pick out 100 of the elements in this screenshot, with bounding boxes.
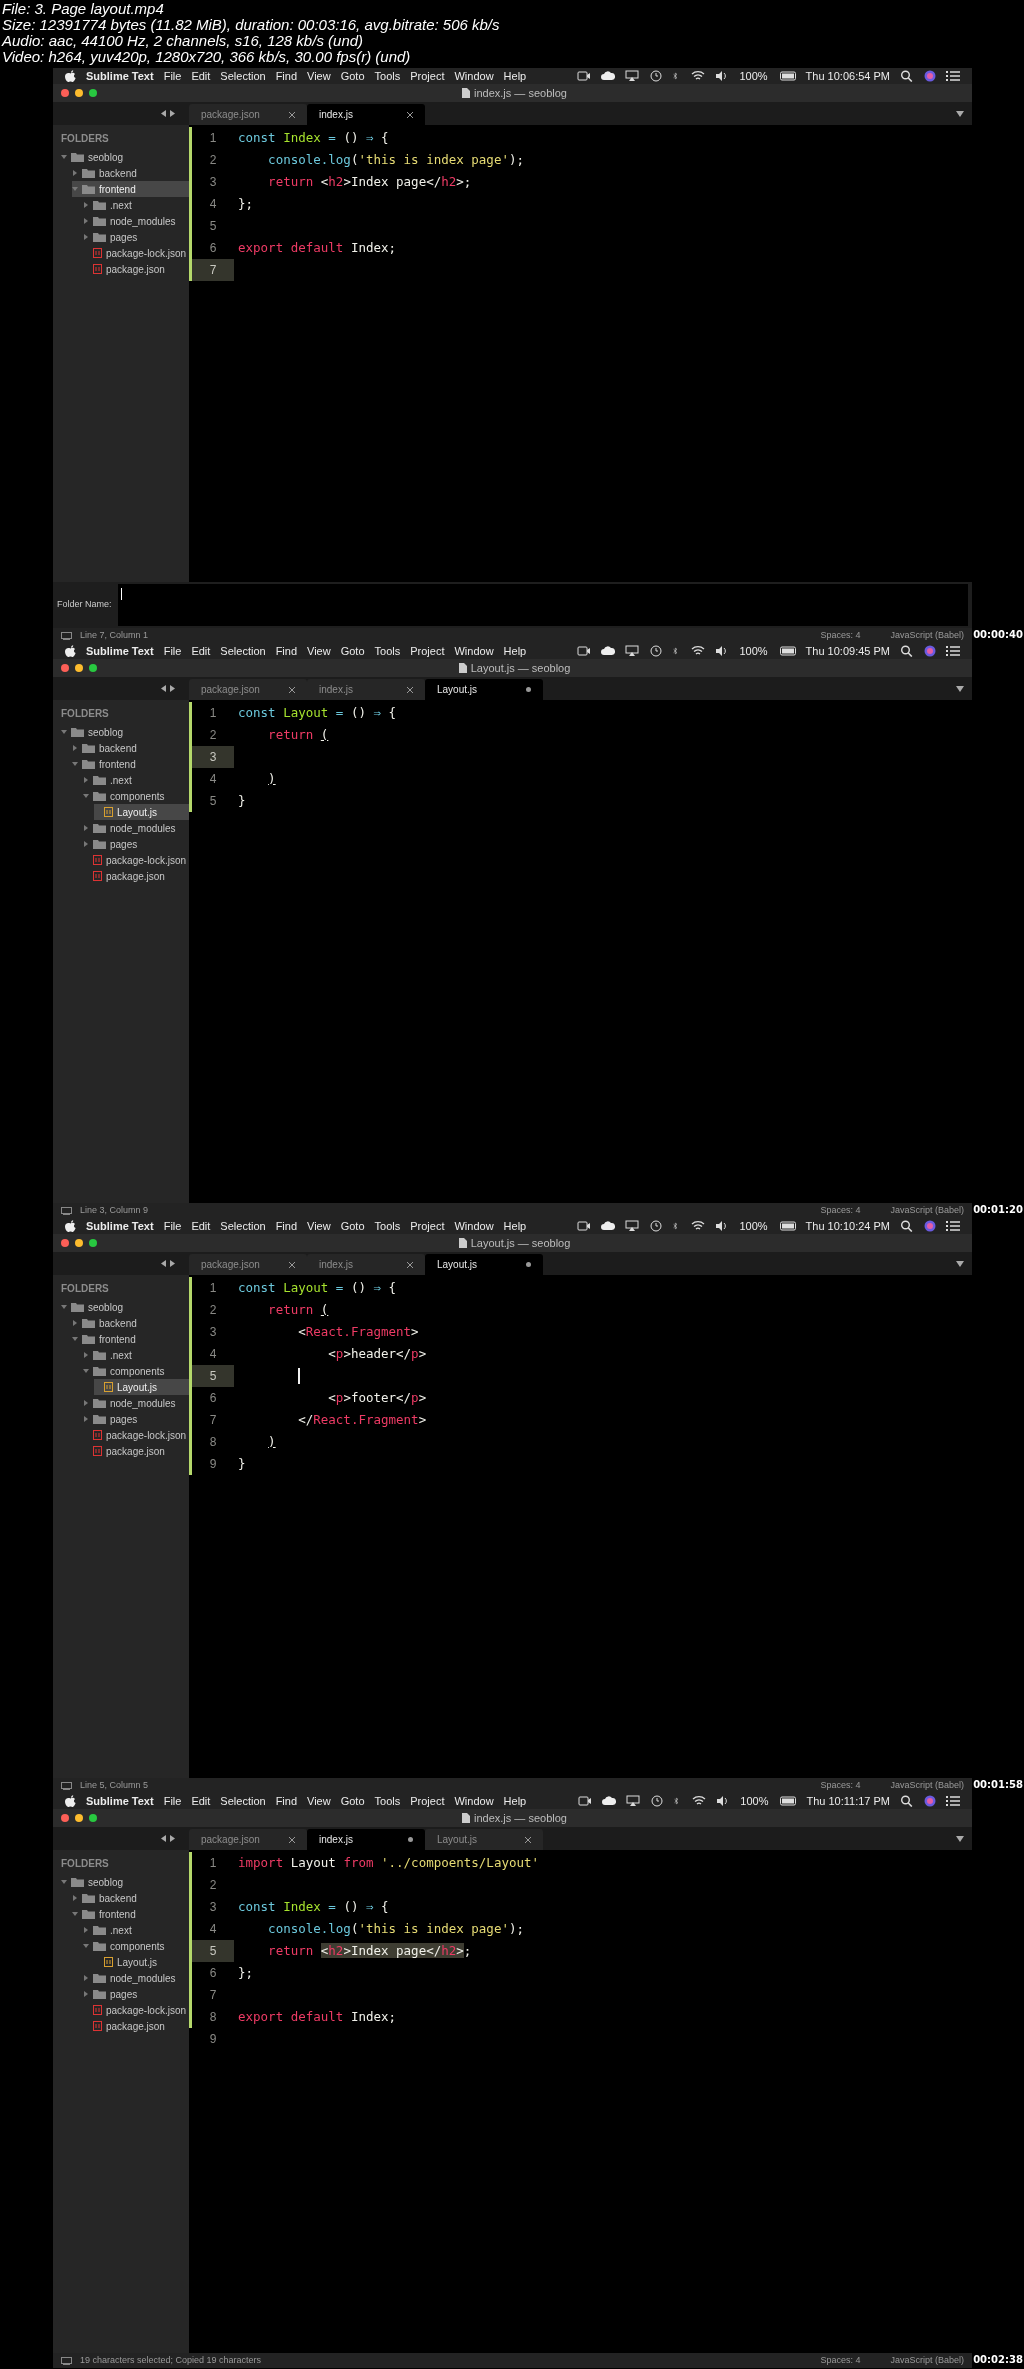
- menu-item[interactable]: Edit: [191, 642, 211, 660]
- syntax-setting[interactable]: JavaScript (Babel): [890, 1778, 964, 1793]
- editor-tab[interactable]: index.js: [307, 104, 425, 125]
- tree-item[interactable]: pages: [83, 836, 189, 852]
- menu-item[interactable]: View: [307, 642, 331, 660]
- tree-item[interactable]: Layout.js: [94, 804, 189, 820]
- tree-item[interactable]: components: [83, 1938, 189, 1954]
- tree-item[interactable]: package.json: [83, 868, 189, 884]
- menu-item[interactable]: Find: [275, 1792, 298, 1810]
- tree-item[interactable]: node_modules: [83, 213, 189, 229]
- menu-item[interactable]: Window: [454, 1217, 494, 1235]
- tree-item[interactable]: frontend: [72, 181, 189, 197]
- menu-item[interactable]: Project: [410, 67, 445, 85]
- indent-setting[interactable]: Spaces: 4: [820, 2353, 861, 2368]
- menu-clock[interactable]: Thu 10:10:24 PM: [805, 1217, 890, 1235]
- menu-item[interactable]: Edit: [191, 67, 211, 85]
- minimize-window-button[interactable]: [75, 1814, 83, 1822]
- tree-item[interactable]: backend: [72, 165, 189, 181]
- close-window-button[interactable]: [61, 1239, 69, 1247]
- tree-item[interactable]: .next: [83, 772, 189, 788]
- minimize-window-button[interactable]: [75, 89, 83, 97]
- syntax-setting[interactable]: JavaScript (Babel): [890, 1203, 964, 1218]
- tree-item[interactable]: Layout.js: [94, 1954, 189, 1970]
- minimize-window-button[interactable]: [75, 664, 83, 672]
- menu-item[interactable]: File: [163, 67, 182, 85]
- tree-item[interactable]: pages: [83, 229, 189, 245]
- editor-tab[interactable]: Layout.js: [425, 1254, 543, 1275]
- menu-item[interactable]: Tools: [374, 1792, 401, 1810]
- tree-item[interactable]: components: [83, 788, 189, 804]
- menu-item[interactable]: Tools: [374, 642, 401, 660]
- syntax-setting[interactable]: JavaScript (Babel): [890, 2353, 964, 2368]
- app-name[interactable]: Sublime Text: [86, 1217, 154, 1235]
- menu-item[interactable]: View: [307, 1792, 331, 1810]
- menu-item[interactable]: File: [163, 1792, 182, 1810]
- menu-clock[interactable]: Thu 10:06:54 PM: [805, 67, 890, 85]
- tree-item[interactable]: pages: [83, 1411, 189, 1427]
- tree-item[interactable]: node_modules: [83, 820, 189, 836]
- editor-tab[interactable]: index.js: [307, 1829, 425, 1850]
- tree-item[interactable]: package.json: [83, 1443, 189, 1459]
- tree-item[interactable]: .next: [83, 197, 189, 213]
- menu-item[interactable]: Goto: [340, 1792, 365, 1810]
- menu-item[interactable]: Find: [275, 67, 298, 85]
- close-window-button[interactable]: [61, 1814, 69, 1822]
- tree-item[interactable]: seoblog: [61, 724, 189, 740]
- menu-item[interactable]: Help: [503, 67, 527, 85]
- tree-item[interactable]: pages: [83, 1986, 189, 2002]
- tree-item[interactable]: Layout.js: [94, 1379, 189, 1395]
- menu-item[interactable]: Selection: [220, 67, 266, 85]
- tree-item[interactable]: node_modules: [83, 1970, 189, 1986]
- minimize-window-button[interactable]: [75, 1239, 83, 1247]
- indent-setting[interactable]: Spaces: 4: [820, 628, 861, 643]
- zoom-window-button[interactable]: [89, 664, 97, 672]
- menu-item[interactable]: Edit: [191, 1217, 211, 1235]
- menu-item[interactable]: Edit: [191, 1792, 211, 1810]
- zoom-window-button[interactable]: [89, 1239, 97, 1247]
- app-name[interactable]: Sublime Text: [86, 642, 154, 660]
- editor-tab[interactable]: package.json: [189, 1254, 307, 1275]
- menu-item[interactable]: Project: [410, 642, 445, 660]
- tree-item[interactable]: seoblog: [61, 1874, 189, 1890]
- tree-item[interactable]: package-lock.json: [83, 2002, 189, 2018]
- menu-item[interactable]: Window: [454, 1792, 494, 1810]
- syntax-setting[interactable]: JavaScript (Babel): [890, 628, 964, 643]
- menu-item[interactable]: Project: [410, 1792, 445, 1810]
- folder-name-field[interactable]: [117, 584, 968, 626]
- menu-item[interactable]: Window: [454, 67, 494, 85]
- tree-item[interactable]: seoblog: [61, 149, 189, 165]
- tree-item[interactable]: package-lock.json: [83, 852, 189, 868]
- menu-item[interactable]: File: [163, 642, 182, 660]
- editor-tab[interactable]: index.js: [307, 679, 425, 700]
- editor-tab[interactable]: Layout.js: [425, 1829, 543, 1850]
- app-name[interactable]: Sublime Text: [86, 1792, 154, 1810]
- zoom-window-button[interactable]: [89, 1814, 97, 1822]
- tree-item[interactable]: frontend: [72, 1906, 189, 1922]
- tree-item[interactable]: .next: [83, 1347, 189, 1363]
- menu-clock[interactable]: Thu 10:11:17 PM: [806, 1792, 890, 1810]
- tree-item[interactable]: frontend: [72, 756, 189, 772]
- close-window-button[interactable]: [61, 89, 69, 97]
- editor-tab[interactable]: package.json: [189, 1829, 307, 1850]
- close-window-button[interactable]: [61, 664, 69, 672]
- editor-tab[interactable]: package.json: [189, 104, 307, 125]
- tree-item[interactable]: package.json: [83, 261, 189, 277]
- menu-item[interactable]: File: [163, 1217, 182, 1235]
- app-name[interactable]: Sublime Text: [86, 67, 154, 85]
- indent-setting[interactable]: Spaces: 4: [820, 1778, 861, 1793]
- tree-item[interactable]: package-lock.json: [83, 245, 189, 261]
- menu-clock[interactable]: Thu 10:09:45 PM: [805, 642, 890, 660]
- menu-item[interactable]: Tools: [374, 1217, 401, 1235]
- menu-item[interactable]: Project: [410, 1217, 445, 1235]
- indent-setting[interactable]: Spaces: 4: [820, 1203, 861, 1218]
- editor-tab[interactable]: Layout.js: [425, 679, 543, 700]
- menu-item[interactable]: Find: [275, 1217, 298, 1235]
- tree-item[interactable]: frontend: [72, 1331, 189, 1347]
- menu-item[interactable]: Selection: [220, 642, 266, 660]
- menu-item[interactable]: Help: [503, 1217, 527, 1235]
- menu-item[interactable]: View: [307, 67, 331, 85]
- menu-item[interactable]: Goto: [340, 67, 365, 85]
- menu-item[interactable]: Tools: [374, 67, 401, 85]
- menu-item[interactable]: View: [307, 1217, 331, 1235]
- tree-item[interactable]: backend: [72, 1315, 189, 1331]
- menu-item[interactable]: Help: [503, 1792, 527, 1810]
